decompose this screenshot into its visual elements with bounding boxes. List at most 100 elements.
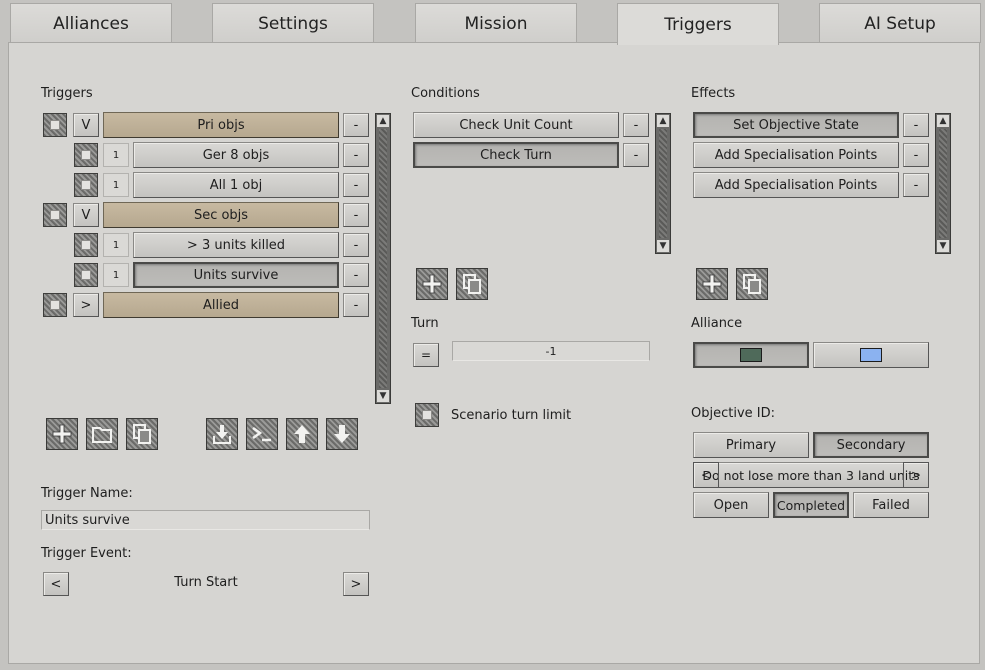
objective-selector[interactable]: Do not lose more than 3 land units (693, 462, 929, 488)
condition-item-button-selected[interactable]: Check Turn (413, 142, 619, 168)
scroll-up-icon[interactable]: ▲ (377, 115, 389, 127)
trigger-group-button[interactable]: Pri objs (103, 112, 339, 138)
copy-condition-button[interactable] (456, 268, 488, 300)
trigger-remove-button[interactable]: - (343, 173, 369, 197)
trigger-expand-toggle[interactable]: V (73, 113, 99, 137)
scenario-turn-limit-checkbox[interactable] (415, 403, 439, 427)
trigger-checkbox[interactable] (74, 233, 98, 257)
effect-remove-button[interactable]: - (903, 173, 929, 197)
trigger-checkbox[interactable] (74, 263, 98, 287)
trigger-event-label: Trigger Event: (41, 546, 132, 561)
conditions-header: Conditions (411, 86, 480, 101)
trigger-group-button[interactable]: Sec objs (103, 202, 339, 228)
effect-item-button-selected[interactable]: Set Objective State (693, 112, 899, 138)
trigger-event-value: Turn Start (174, 575, 238, 590)
copy-effect-button[interactable] (736, 268, 768, 300)
effects-header: Effects (691, 86, 736, 101)
trigger-remove-button[interactable]: - (343, 293, 369, 317)
download-icon (213, 425, 231, 444)
condition-remove-button[interactable]: - (623, 143, 649, 167)
scenario-turn-limit-label: Scenario turn limit (451, 408, 572, 423)
primary-button[interactable]: Primary (693, 432, 809, 458)
trigger-remove-button[interactable]: - (343, 233, 369, 257)
scroll-up-icon[interactable]: ▲ (657, 115, 669, 127)
trigger-count: 1 (103, 143, 129, 167)
objective-next-button[interactable]: > (903, 462, 929, 488)
objective-prev-button[interactable]: < (693, 462, 719, 488)
condition-remove-button[interactable]: - (623, 113, 649, 137)
effects-scrollbar[interactable]: ▲ ▼ (935, 113, 951, 254)
alliance-label: Alliance (691, 316, 743, 331)
trigger-remove-button[interactable]: - (343, 203, 369, 227)
move-down-button[interactable] (326, 418, 358, 450)
scroll-track[interactable] (939, 129, 947, 238)
conditions-scrollbar[interactable]: ▲ ▼ (655, 113, 671, 254)
add-effect-button[interactable] (696, 268, 728, 300)
trigger-item-button-selected[interactable]: Units survive (133, 262, 339, 288)
effect-remove-button[interactable]: - (903, 113, 929, 137)
plus-icon (702, 274, 722, 294)
copy-icon (463, 274, 481, 294)
state-completed-button-selected[interactable]: Completed (773, 492, 849, 518)
event-next-button[interactable]: > (343, 572, 369, 596)
alliance-2-swatch (860, 348, 882, 362)
add-trigger-button[interactable] (46, 418, 78, 450)
trigger-remove-button[interactable]: - (343, 143, 369, 167)
trigger-name-label: Trigger Name: (41, 486, 133, 501)
effect-item-button[interactable]: Add Specialisation Points (693, 172, 899, 198)
terminal-icon (252, 426, 271, 442)
copy-icon (743, 274, 761, 294)
trigger-item-button[interactable]: Ger 8 objs (133, 142, 339, 168)
trigger-checkbox[interactable] (43, 203, 67, 227)
trigger-count: 1 (103, 233, 129, 257)
arrow-down-icon (334, 425, 350, 443)
objective-id-label: Objective ID: (691, 406, 775, 421)
triggers-header: Triggers (41, 86, 93, 101)
add-condition-button[interactable] (416, 268, 448, 300)
trigger-remove-button[interactable]: - (343, 113, 369, 137)
trigger-group-button[interactable]: Allied (103, 292, 339, 318)
alliance-1-swatch (740, 348, 762, 362)
scroll-down-icon[interactable]: ▼ (937, 240, 949, 252)
copy-icon (133, 424, 151, 444)
alliance-1-button[interactable] (693, 342, 809, 368)
trigger-expand-toggle[interactable]: > (73, 293, 99, 317)
trigger-checkbox[interactable] (43, 293, 67, 317)
trigger-item-button[interactable]: > 3 units killed (133, 232, 339, 258)
trigger-checkbox[interactable] (43, 113, 67, 137)
effect-item-button[interactable]: Add Specialisation Points (693, 142, 899, 168)
trigger-checkbox[interactable] (74, 173, 98, 197)
effect-remove-button[interactable]: - (903, 143, 929, 167)
plus-icon (52, 424, 72, 444)
trigger-count: 1 (103, 173, 129, 197)
trigger-checkbox[interactable] (74, 143, 98, 167)
triggers-scrollbar[interactable]: ▲ ▼ (375, 113, 391, 404)
condition-item-button[interactable]: Check Unit Count (413, 112, 619, 138)
trigger-name-input[interactable]: Units survive (41, 510, 370, 530)
turn-label: Turn (411, 316, 439, 331)
scroll-track[interactable] (379, 129, 387, 388)
state-open-button[interactable]: Open (693, 492, 769, 518)
script-trigger-button[interactable] (246, 418, 278, 450)
operator-button[interactable]: = (413, 343, 439, 367)
arrow-up-icon (294, 425, 310, 443)
folder-icon (92, 427, 112, 443)
trigger-count: 1 (103, 263, 129, 287)
state-failed-button[interactable]: Failed (853, 492, 929, 518)
scroll-track[interactable] (659, 129, 667, 238)
objective-text: Do not lose more than 3 land units (702, 467, 920, 483)
secondary-button-selected[interactable]: Secondary (813, 432, 929, 458)
add-folder-button[interactable] (86, 418, 118, 450)
alliance-2-button[interactable] (813, 342, 929, 368)
turn-input[interactable]: -1 (452, 341, 650, 361)
trigger-item-button[interactable]: All 1 obj (133, 172, 339, 198)
trigger-expand-toggle[interactable]: V (73, 203, 99, 227)
scroll-down-icon[interactable]: ▼ (377, 390, 389, 402)
trigger-remove-button[interactable]: - (343, 263, 369, 287)
copy-trigger-button[interactable] (126, 418, 158, 450)
event-prev-button[interactable]: < (43, 572, 69, 596)
scroll-up-icon[interactable]: ▲ (937, 115, 949, 127)
import-trigger-button[interactable] (206, 418, 238, 450)
move-up-button[interactable] (286, 418, 318, 450)
scroll-down-icon[interactable]: ▼ (657, 240, 669, 252)
